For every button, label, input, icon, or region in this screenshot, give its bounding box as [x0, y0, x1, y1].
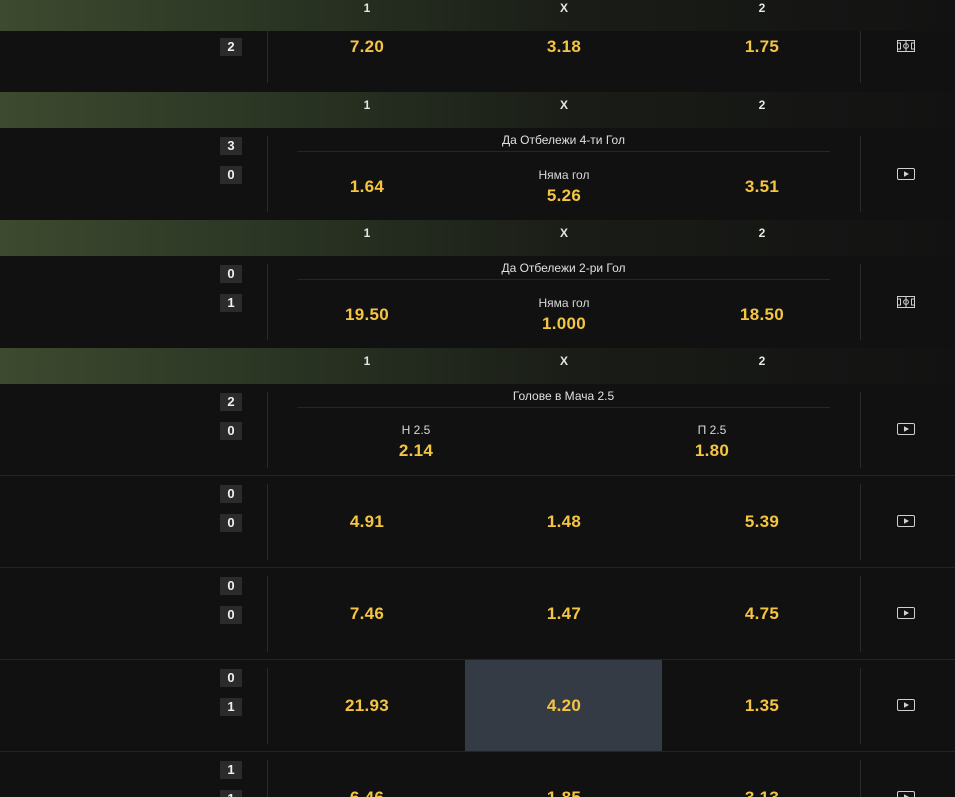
- score-away: 1: [220, 790, 242, 797]
- market-header: 1 X 2: [0, 0, 955, 31]
- match-row: 2 0 Голове в Мача 2.5 Н 2.5 2.14 П 2.5 1…: [0, 384, 955, 476]
- odd-home[interactable]: 19.50: [307, 305, 427, 325]
- field-icon[interactable]: [897, 40, 915, 52]
- match-row: 2 7.20 3.18 1.75: [0, 31, 955, 92]
- score-home: 0: [220, 265, 242, 283]
- score-home: 1: [220, 761, 242, 779]
- score-away: 0: [220, 422, 242, 440]
- field-icon[interactable]: [897, 296, 915, 308]
- odd-draw-selected[interactable]: 4.20: [504, 696, 624, 716]
- odd-home[interactable]: 7.46: [307, 604, 427, 624]
- col-x-label: X: [559, 354, 568, 368]
- odd-no-goal[interactable]: 5.26: [504, 186, 624, 206]
- score-home: 0: [220, 577, 242, 595]
- play-icon[interactable]: [897, 423, 915, 435]
- over-label: П 2.5: [697, 423, 727, 437]
- odd-away[interactable]: 18.50: [702, 305, 822, 325]
- play-icon[interactable]: [897, 515, 915, 527]
- odd-under[interactable]: 2.14: [356, 441, 476, 461]
- col-2-label: 2: [758, 98, 766, 112]
- match-row: 0 1 Да Отбележи 2-ри Гол 19.50 Няма гол …: [0, 256, 955, 348]
- market-header: 1 X 2: [0, 348, 955, 384]
- col-1-label: 1: [363, 226, 371, 240]
- score-away: 0: [220, 166, 242, 184]
- score-home: 0: [220, 669, 242, 687]
- col-x-label: X: [559, 1, 568, 15]
- score-home: 3: [220, 137, 242, 155]
- match-row: 1 1 6.46 1.85 3.13: [0, 752, 955, 797]
- odd-home[interactable]: 1.64: [307, 177, 427, 197]
- under-label: Н 2.5: [401, 423, 431, 437]
- odd-home[interactable]: 6.46: [307, 788, 427, 797]
- odd-no-goal[interactable]: 1.000: [504, 314, 624, 334]
- col-1-label: 1: [363, 1, 371, 15]
- score-away: 0: [220, 606, 242, 624]
- score-home: 0: [220, 485, 242, 503]
- score-away: 1: [220, 698, 242, 716]
- odd-home[interactable]: 4.91: [307, 512, 427, 532]
- odd-draw[interactable]: 1.47: [504, 604, 624, 624]
- play-icon[interactable]: [897, 168, 915, 180]
- odd-over[interactable]: 1.80: [652, 441, 772, 461]
- score-away: 1: [220, 294, 242, 312]
- score-home: 2: [220, 393, 242, 411]
- odd-away[interactable]: 5.39: [702, 512, 822, 532]
- odd-away[interactable]: 3.51: [702, 177, 822, 197]
- match-row: 0 0 7.46 1.47 4.75: [0, 568, 955, 660]
- odd-away[interactable]: 3.13: [702, 788, 822, 797]
- col-2-label: 2: [758, 1, 766, 15]
- score-away: 0: [220, 514, 242, 532]
- play-icon[interactable]: [897, 791, 915, 797]
- odd-away[interactable]: 4.75: [702, 604, 822, 624]
- match-row: 3 0 Да Отбележи 4-ти Гол 1.64 Няма гол 5…: [0, 128, 955, 220]
- col-1-label: 1: [363, 98, 371, 112]
- odd-draw[interactable]: 1.85: [504, 788, 624, 797]
- market-title: Да Отбележи 4-ти Гол: [502, 133, 625, 147]
- col-x-label: X: [559, 98, 568, 112]
- col-1-label: 1: [363, 354, 371, 368]
- market-title: Да Отбележи 2-ри Гол: [501, 261, 626, 275]
- market-header: 1 X 2: [0, 220, 955, 256]
- odd-home[interactable]: 21.93: [307, 696, 427, 716]
- odd-draw[interactable]: 1.48: [504, 512, 624, 532]
- col-2-label: 2: [758, 226, 766, 240]
- odd-draw[interactable]: 3.18: [504, 37, 624, 57]
- no-goal-label: Няма гол: [538, 296, 590, 310]
- market-header: 1 X 2: [0, 92, 955, 128]
- odd-away[interactable]: 1.35: [702, 696, 822, 716]
- play-icon[interactable]: [897, 699, 915, 711]
- odd-away[interactable]: 1.75: [702, 37, 822, 57]
- score-away: 2: [220, 38, 242, 56]
- match-row: 0 1 21.93 4.20 1.35: [0, 660, 955, 752]
- no-goal-label: Няма гол: [538, 168, 590, 182]
- market-title: Голове в Мача 2.5: [512, 389, 615, 403]
- col-2-label: 2: [758, 354, 766, 368]
- match-row: 0 0 4.91 1.48 5.39: [0, 476, 955, 568]
- odd-home[interactable]: 7.20: [307, 37, 427, 57]
- col-x-label: X: [559, 226, 568, 240]
- play-icon[interactable]: [897, 607, 915, 619]
